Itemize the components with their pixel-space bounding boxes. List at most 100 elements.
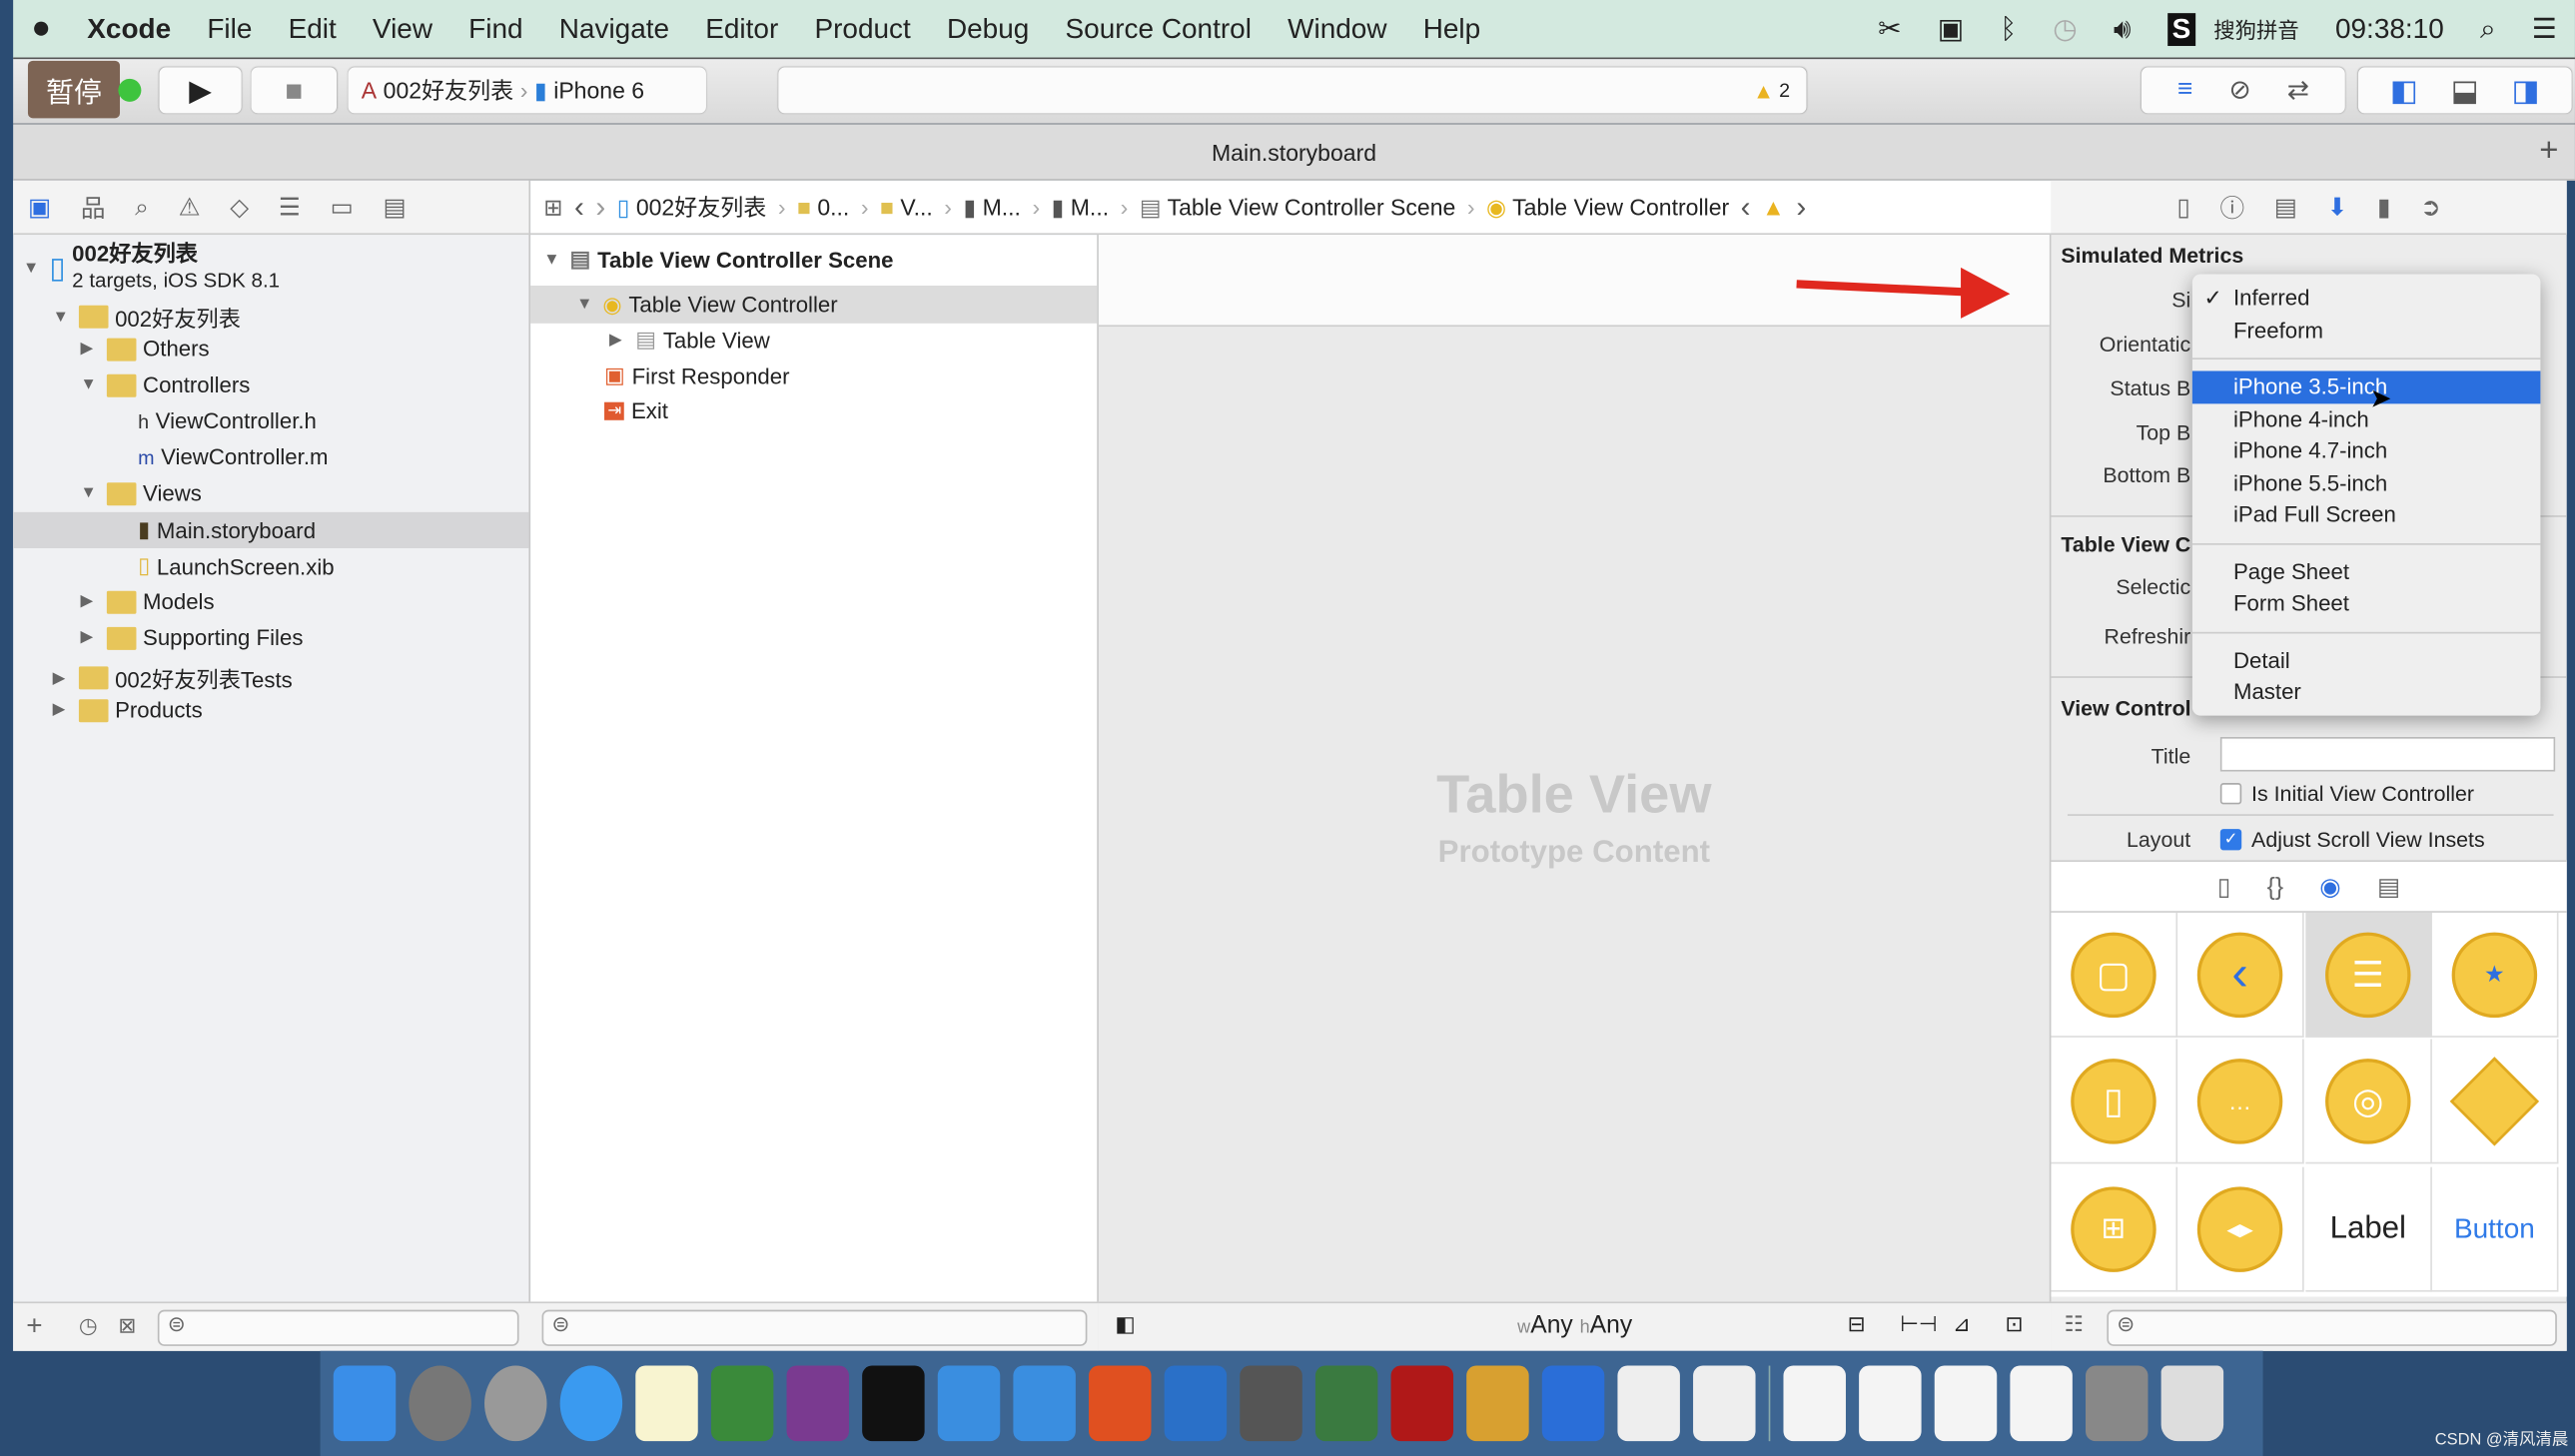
jump-item[interactable]: ▮ M... xyxy=(1052,193,1109,221)
tree-item[interactable]: ▼ 002好友列表 xyxy=(53,301,241,334)
recent-files-icon[interactable]: ◷ xyxy=(79,1313,98,1339)
dock-onenote-icon[interactable] xyxy=(786,1365,849,1442)
scissors-icon[interactable]: ✂ xyxy=(1878,12,1901,45)
menu-view[interactable]: View xyxy=(373,12,432,45)
menu-item-freeform[interactable]: Freeform xyxy=(2192,315,2541,347)
menu-item-detail[interactable]: Detail xyxy=(2192,644,2541,676)
dock-finder-icon[interactable] xyxy=(333,1365,397,1442)
tree-item[interactable]: ▶ 002好友列表Tests xyxy=(53,661,293,694)
dock-movie-icon[interactable] xyxy=(1240,1365,1302,1442)
storyboard-canvas[interactable]: Table View Prototype Content xyxy=(1098,235,2052,1351)
tree-item[interactable]: ▯ LaunchScreen.xib xyxy=(138,553,334,579)
library-glkit-view-controller[interactable]: … xyxy=(2177,1039,2304,1164)
library-page-view-controller[interactable]: ▯ xyxy=(2051,1039,2178,1164)
jump-item[interactable]: ◉ Table View Controller xyxy=(1486,193,1729,221)
object-library-icon[interactable]: ◉ xyxy=(2319,872,2341,901)
jump-item[interactable]: ■ V... xyxy=(880,194,933,220)
menu-edit[interactable]: Edit xyxy=(289,12,337,45)
menu-item-form-sheet[interactable]: Form Sheet xyxy=(2192,587,2541,619)
jump-item[interactable]: ▮ M... xyxy=(963,193,1020,221)
dock-minimized-window[interactable] xyxy=(1859,1365,1922,1442)
next-issue-button[interactable]: › xyxy=(1796,190,1806,225)
align-icon[interactable]: ⊟ xyxy=(1848,1311,1866,1337)
menu-editor[interactable]: Editor xyxy=(705,12,778,45)
code-snippet-library-icon[interactable]: {} xyxy=(2267,873,2283,901)
library-tab-bar-controller[interactable]: ★ xyxy=(2431,912,2559,1038)
test-navigator-icon[interactable]: ◇ xyxy=(230,192,249,222)
identity-inspector-icon[interactable]: ▤ xyxy=(2274,192,2297,222)
menu-item-iphone-4-7-inch[interactable]: iPhone 4.7-inch xyxy=(2192,435,2541,467)
dock-instruments2-icon[interactable] xyxy=(1693,1365,1756,1442)
related-items-icon[interactable]: ⊞ xyxy=(543,193,562,221)
forward-button[interactable]: › xyxy=(595,190,605,225)
tree-item[interactable]: m ViewController.m xyxy=(138,444,328,469)
jump-item[interactable]: ▤ Table View Controller Scene xyxy=(1140,193,1455,221)
time-machine-icon[interactable]: ◷ xyxy=(2053,12,2077,45)
outline-toggle-icon[interactable]: ◧ xyxy=(1115,1311,1135,1337)
dock-simulator-icon[interactable] xyxy=(1013,1365,1076,1442)
resizing-icon[interactable]: ⊡ xyxy=(2005,1311,2023,1337)
tree-item[interactable]: ▶ Supporting Files xyxy=(81,625,304,650)
tree-item[interactable]: ▶ Others xyxy=(81,337,210,362)
library-view-controller[interactable]: ▢ xyxy=(2051,912,2178,1038)
menu-item-iphone-5-5-inch[interactable]: iPhone 5.5-inch xyxy=(2192,467,2541,499)
symbol-navigator-icon[interactable]: 品 xyxy=(81,190,106,225)
menu-debug[interactable]: Debug xyxy=(947,12,1029,45)
file-inspector-icon[interactable]: ▯ xyxy=(2176,192,2190,222)
pin-icon[interactable]: ⊢⊣ xyxy=(1900,1311,1937,1337)
outline-controller-selected[interactable]: ▼ ◉ Table View Controller xyxy=(530,286,1098,324)
dock-trash-icon[interactable] xyxy=(2160,1365,2224,1442)
stop-button[interactable]: ■ xyxy=(251,67,338,114)
library-table-view-controller[interactable]: ☰ xyxy=(2305,912,2432,1038)
warning-icon[interactable]: ▲ xyxy=(1753,78,1774,103)
library-filter-field[interactable]: ⊜ xyxy=(2107,1309,2557,1346)
add-file-button[interactable]: + xyxy=(26,1310,42,1343)
menu-app[interactable]: Xcode xyxy=(87,12,171,45)
dock-app-icon[interactable] xyxy=(1314,1365,1378,1442)
add-tab-button[interactable]: + xyxy=(2539,133,2558,171)
list-view-toggle-icon[interactable]: ☷ xyxy=(2065,1311,2084,1337)
run-button[interactable]: ▶ xyxy=(159,67,242,114)
jump-item[interactable]: ■ 0... xyxy=(797,194,849,220)
utilities-toggle-icon[interactable]: ◨ xyxy=(2512,73,2540,108)
library-av-player[interactable]: ◂▸ xyxy=(2177,1166,2304,1292)
dock-safari-icon[interactable] xyxy=(559,1365,623,1442)
spotlight-icon[interactable]: ⌕ xyxy=(2480,12,2496,45)
library-object-cube[interactable] xyxy=(2431,1039,2559,1164)
tree-item[interactable]: h ViewController.h xyxy=(138,408,317,433)
library-collection-view-controller[interactable]: ◎ xyxy=(2305,1039,2432,1164)
checkbox-checked-icon[interactable]: ✓ xyxy=(2219,829,2242,851)
outline-table-view[interactable]: ▶ ▤ Table View xyxy=(609,327,770,353)
connections-inspector-icon[interactable]: ➲ xyxy=(2420,192,2441,222)
camera-icon[interactable]: ▣ xyxy=(1938,12,1964,45)
dock-word-icon[interactable] xyxy=(1541,1365,1605,1442)
prev-issue-button[interactable]: ‹ xyxy=(1741,190,1751,225)
dock-powerpoint-icon[interactable] xyxy=(1089,1365,1152,1442)
size-inspector-icon[interactable]: ▮ xyxy=(2377,192,2391,222)
dock-pencil-icon[interactable] xyxy=(1466,1365,1529,1442)
library-button[interactable]: Button xyxy=(2431,1166,2559,1292)
library-grid-controller[interactable]: ⊞ xyxy=(2051,1166,2178,1292)
menu-window[interactable]: Window xyxy=(1288,12,1386,45)
tree-item[interactable]: ▶ Models xyxy=(81,589,215,614)
notification-center-icon[interactable]: ☰ xyxy=(2532,12,2557,45)
volume-icon[interactable]: 🔊︎ xyxy=(2114,12,2132,45)
title-field[interactable] xyxy=(2219,737,2556,772)
dock-minimized-window[interactable] xyxy=(1934,1365,1998,1442)
menu-navigate[interactable]: Navigate xyxy=(559,12,669,45)
menu-item-iphone-4-inch[interactable]: iPhone 4-inch xyxy=(2192,403,2541,435)
menu-product[interactable]: Product xyxy=(814,12,910,45)
apple-icon[interactable]: ● xyxy=(31,10,51,48)
menu-source-control[interactable]: Source Control xyxy=(1066,12,1252,45)
dock-instruments-icon[interactable] xyxy=(1617,1365,1680,1442)
dock-screenshot-icon[interactable] xyxy=(1164,1365,1228,1442)
outline-scene[interactable]: ▼ ▤ Table View Controller Scene xyxy=(543,247,893,273)
adjust-scroll-insets-checkbox[interactable]: ✓ Adjust Scroll View Insets xyxy=(2219,827,2485,852)
dock-notes-icon[interactable] xyxy=(635,1365,698,1442)
dock-xcode-icon[interactable] xyxy=(937,1365,1001,1442)
menu-item-master[interactable]: Master xyxy=(2192,676,2541,708)
dock-excel-icon[interactable] xyxy=(710,1365,774,1442)
clock[interactable]: 09:38:10 xyxy=(2335,12,2444,45)
file-template-library-icon[interactable]: ▯ xyxy=(2217,872,2231,901)
menu-item-ipad-full-screen[interactable]: iPad Full Screen xyxy=(2192,499,2541,531)
